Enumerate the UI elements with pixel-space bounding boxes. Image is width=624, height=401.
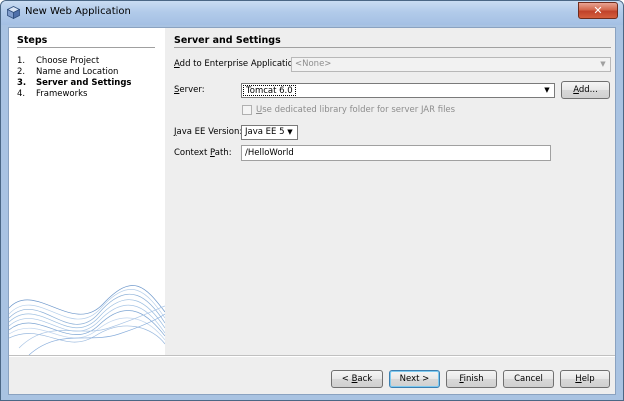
button-label: Cancel xyxy=(514,374,543,384)
footer-divider-highlight xyxy=(9,356,615,357)
title-bar[interactable]: New Web Application ✕ xyxy=(1,1,623,25)
label-text: Context xyxy=(174,148,211,158)
panel-divider xyxy=(174,47,611,48)
button-label: dd... xyxy=(578,85,598,95)
step-choose-project: 1. Choose Project xyxy=(17,56,99,66)
dedicated-library-label: Use dedicated library folder for server … xyxy=(256,105,455,115)
decorative-waves-image xyxy=(9,285,165,355)
server-select[interactable]: Tomcat 6.0 ▼ xyxy=(241,83,555,98)
button-bar: < Back Next > Finish Cancel Help xyxy=(9,355,615,394)
settings-panel: Server and Settings Add to Enterprise Ap… xyxy=(167,28,615,355)
dedicated-library-checkbox[interactable] xyxy=(242,105,252,115)
cancel-button[interactable]: Cancel xyxy=(503,370,554,388)
finish-button[interactable]: Finish xyxy=(446,370,497,388)
enterprise-app-value: <None> xyxy=(295,59,332,69)
step-name-location: 2. Name and Location xyxy=(17,67,118,77)
server-label: Server: xyxy=(174,85,205,95)
help-button[interactable]: Help xyxy=(560,370,610,388)
panel-heading: Server and Settings xyxy=(174,35,281,46)
chevron-down-icon: ▼ xyxy=(287,128,293,136)
steps-heading: Steps xyxy=(17,35,48,46)
chevron-down-icon: ▼ xyxy=(600,60,606,68)
steps-divider xyxy=(17,47,155,48)
step-label: Choose Project xyxy=(36,56,100,66)
label-text: erver: xyxy=(179,85,205,95)
label-text: ath: xyxy=(214,148,232,158)
close-icon: ✕ xyxy=(593,4,603,17)
button-label: inish xyxy=(463,374,484,384)
step-number: 3. xyxy=(17,78,27,88)
label-text: se dedicated library folder for server J… xyxy=(262,105,456,115)
label-text: ava EE Version: xyxy=(176,127,243,137)
server-value: Tomcat 6.0 xyxy=(243,85,296,96)
chevron-down-icon: ▼ xyxy=(544,86,550,94)
context-path-label: Context Path: xyxy=(174,148,232,158)
button-label: Next > xyxy=(399,374,430,384)
step-label: Frameworks xyxy=(36,89,88,99)
javaee-version-value: Java EE 5 xyxy=(245,127,285,137)
javaee-version-select[interactable]: Java EE 5 ▼ xyxy=(241,125,298,140)
step-frameworks: 4. Frameworks xyxy=(17,89,87,99)
enterprise-label: Add to Enterprise Application: xyxy=(174,59,301,69)
button-label: < xyxy=(341,374,352,384)
back-button[interactable]: < Back xyxy=(331,370,383,388)
step-server-settings: 3. Server and Settings xyxy=(17,78,132,88)
button-label: elp xyxy=(581,374,595,384)
dialog-client: Steps 1. Choose Project 2. Name and Locati… xyxy=(8,27,616,395)
label-text: dd to Enterprise Application: xyxy=(179,59,302,69)
step-label: Server and Settings xyxy=(36,78,132,88)
window-title: New Web Application xyxy=(25,6,131,17)
step-number: 1. xyxy=(17,56,26,66)
add-server-button[interactable]: Add... xyxy=(561,81,610,99)
javaee-version-label: Java EE Version: xyxy=(174,127,242,137)
button-label: ack xyxy=(357,374,373,384)
next-button[interactable]: Next > xyxy=(389,370,440,388)
context-path-value: /HelloWorld xyxy=(245,148,294,158)
step-label: Name and Location xyxy=(36,67,119,77)
enterprise-app-select[interactable]: <None> ▼ xyxy=(291,57,611,72)
steps-panel: Steps 1. Choose Project 2. Name and Locati… xyxy=(9,28,165,355)
app-cube-icon xyxy=(7,6,20,19)
dialog-window: New Web Application ✕ Steps 1. Choose Pro… xyxy=(0,0,624,401)
step-number: 2. xyxy=(17,67,26,77)
step-number: 4. xyxy=(17,89,26,99)
close-button[interactable]: ✕ xyxy=(578,2,618,19)
context-path-field[interactable]: /HelloWorld xyxy=(241,145,551,161)
